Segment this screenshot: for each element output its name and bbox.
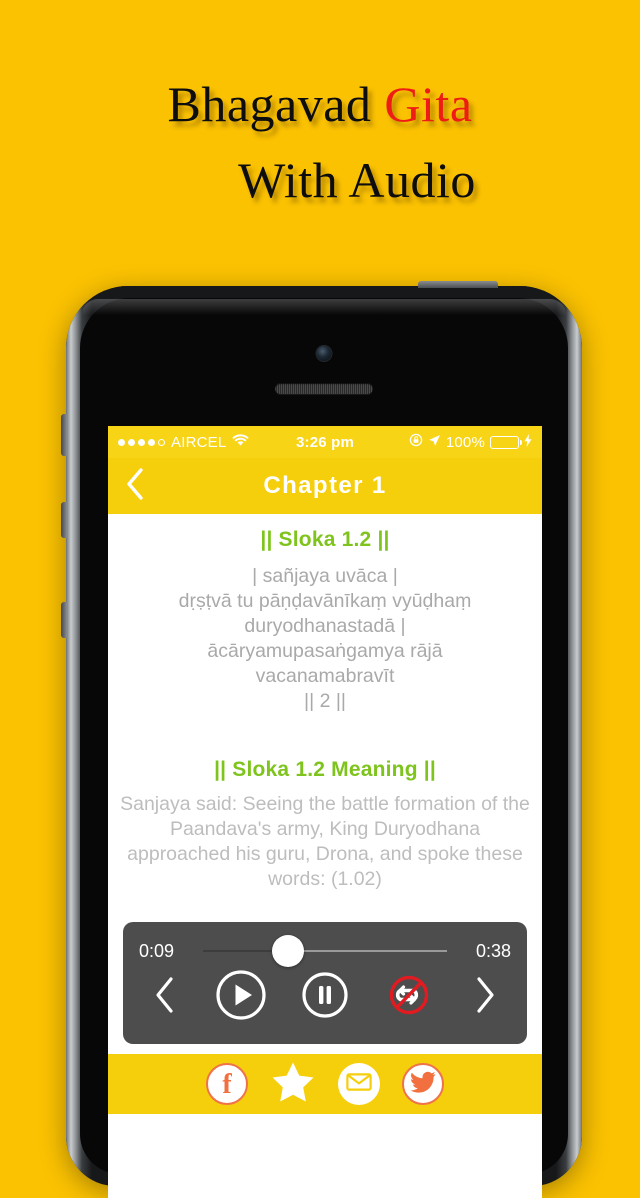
status-bar-right-group: 100% <box>409 433 532 451</box>
battery-icon <box>490 435 522 449</box>
earpiece-speaker <box>275 383 373 394</box>
battery-percentage: 100% <box>445 433 485 451</box>
elapsed-time-label: 0:09 <box>139 940 175 961</box>
slider-thumb[interactable] <box>272 935 305 967</box>
page-title: Chapter 1 <box>263 472 387 499</box>
sloka-meaning-heading: || Sloka 1.2 Meaning || <box>214 758 436 781</box>
share-email-button[interactable] <box>338 1063 380 1105</box>
front-camera-icon <box>316 346 332 361</box>
share-toolbar: f <box>108 1054 542 1114</box>
facebook-icon: f <box>222 1069 232 1100</box>
next-track-button[interactable] <box>465 971 505 1023</box>
verse-content-area: || Sloka 1.2 || | sañjaya uvāca | dṛṣṭvā… <box>108 514 542 1054</box>
pause-circle-icon <box>301 971 349 1024</box>
envelope-icon <box>346 1072 372 1097</box>
carrier-name: AIRCEL <box>171 433 227 451</box>
twitter-icon <box>410 1071 436 1098</box>
audio-progress-row: 0:09 0:38 <box>139 935 511 967</box>
location-arrow-icon <box>428 434 441 451</box>
power-button[interactable] <box>418 281 498 288</box>
promo-title-part-bhagavad: Bhagavad <box>167 76 385 132</box>
repeat-off-icon <box>384 970 434 1025</box>
promo-title-line-1: Bhagavad Gita <box>0 66 640 142</box>
sloka-meaning-text: Sanjaya said: Seeing the battle formatio… <box>120 793 530 890</box>
repeat-toggle-button[interactable] <box>381 969 437 1025</box>
audio-controls-row <box>139 966 511 1028</box>
play-circle-icon <box>215 969 267 1026</box>
chevron-right-icon <box>473 975 497 1020</box>
navigation-bar: Chapter 1 <box>108 458 542 514</box>
chevron-left-icon <box>153 975 177 1020</box>
volume-up-button[interactable] <box>61 502 67 538</box>
share-facebook-button[interactable]: f <box>206 1063 248 1105</box>
wifi-icon <box>232 433 249 451</box>
previous-track-button[interactable] <box>145 971 185 1023</box>
share-twitter-button[interactable] <box>402 1063 444 1105</box>
silent-switch[interactable] <box>61 414 67 456</box>
audio-player: 0:09 0:38 <box>123 922 527 1044</box>
sloka-transliteration-text: | sañjaya uvāca | dṛṣṭvā tu pāṇḍavānīkaṃ… <box>178 565 472 712</box>
rotation-lock-icon <box>409 433 423 451</box>
pause-button[interactable] <box>297 969 353 1025</box>
phone-device: AIRCEL 3:26 pm 100% Chapter 1 || Sloka 1… <box>61 281 582 1198</box>
back-button[interactable] <box>108 458 162 514</box>
status-bar: AIRCEL 3:26 pm 100% <box>108 426 542 458</box>
favorite-button[interactable] <box>270 1061 316 1107</box>
promo-header: Bhagavad Gita With Audio <box>0 0 640 280</box>
phone-screen: AIRCEL 3:26 pm 100% Chapter 1 || Sloka 1… <box>108 426 542 1198</box>
promo-title-line-2: With Audio <box>238 152 476 208</box>
chevron-left-icon <box>125 467 145 506</box>
volume-down-button[interactable] <box>61 602 67 638</box>
audio-progress-slider[interactable] <box>203 935 447 967</box>
total-time-label: 0:38 <box>475 940 511 961</box>
promo-title-part-gita: Gita <box>384 76 473 132</box>
play-button[interactable] <box>213 969 269 1025</box>
sloka-heading: || Sloka 1.2 || <box>260 528 390 551</box>
signal-strength-icon <box>118 438 165 446</box>
lightning-bolt-icon <box>524 433 532 451</box>
star-icon <box>271 1061 315 1108</box>
